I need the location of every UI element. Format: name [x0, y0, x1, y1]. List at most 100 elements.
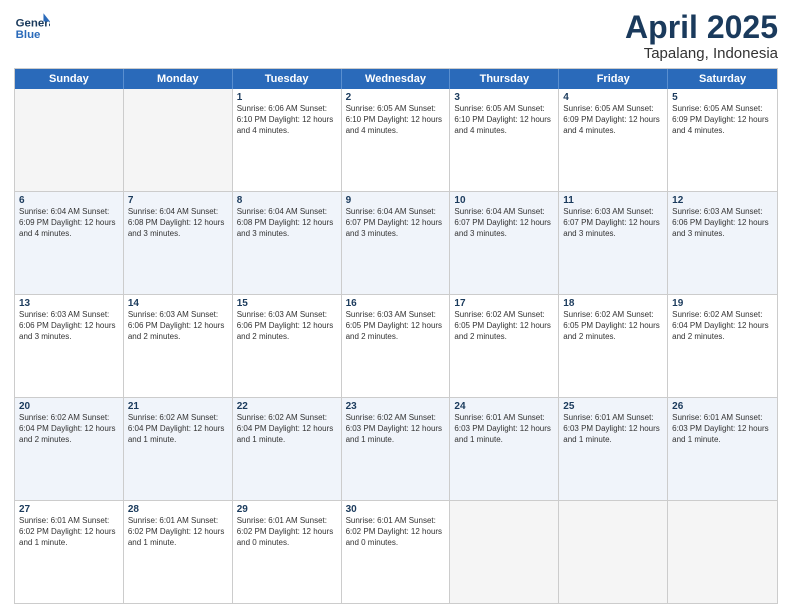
calendar-cell: 2Sunrise: 6:05 AM Sunset: 6:10 PM Daylig… [342, 89, 451, 191]
day-info: Sunrise: 6:06 AM Sunset: 6:10 PM Dayligh… [237, 104, 337, 136]
day-number: 12 [672, 195, 773, 206]
day-info: Sunrise: 6:02 AM Sunset: 6:04 PM Dayligh… [128, 413, 228, 445]
day-number: 19 [672, 298, 773, 309]
day-info: Sunrise: 6:01 AM Sunset: 6:03 PM Dayligh… [563, 413, 663, 445]
weekday-friday: Friday [559, 69, 668, 89]
calendar-cell: 30Sunrise: 6:01 AM Sunset: 6:02 PM Dayli… [342, 501, 451, 603]
calendar-cell [15, 89, 124, 191]
day-number: 16 [346, 298, 446, 309]
day-number: 15 [237, 298, 337, 309]
weekday-sunday: Sunday [15, 69, 124, 89]
day-info: Sunrise: 6:03 AM Sunset: 6:06 PM Dayligh… [19, 310, 119, 342]
day-number: 10 [454, 195, 554, 206]
location-subtitle: Tapalang, Indonesia [625, 45, 778, 62]
weekday-tuesday: Tuesday [233, 69, 342, 89]
day-number: 17 [454, 298, 554, 309]
day-info: Sunrise: 6:02 AM Sunset: 6:04 PM Dayligh… [672, 310, 773, 342]
day-info: Sunrise: 6:04 AM Sunset: 6:07 PM Dayligh… [346, 207, 446, 239]
calendar-cell: 25Sunrise: 6:01 AM Sunset: 6:03 PM Dayli… [559, 398, 668, 500]
calendar: Sunday Monday Tuesday Wednesday Thursday… [14, 68, 778, 604]
day-info: Sunrise: 6:03 AM Sunset: 6:06 PM Dayligh… [672, 207, 773, 239]
day-number: 8 [237, 195, 337, 206]
calendar-row-3: 13Sunrise: 6:03 AM Sunset: 6:06 PM Dayli… [15, 294, 777, 397]
day-number: 23 [346, 401, 446, 412]
day-number: 9 [346, 195, 446, 206]
day-number: 7 [128, 195, 228, 206]
day-info: Sunrise: 6:04 AM Sunset: 6:07 PM Dayligh… [454, 207, 554, 239]
day-info: Sunrise: 6:05 AM Sunset: 6:09 PM Dayligh… [672, 104, 773, 136]
day-number: 29 [237, 504, 337, 515]
calendar-header: Sunday Monday Tuesday Wednesday Thursday… [15, 69, 777, 89]
calendar-cell: 17Sunrise: 6:02 AM Sunset: 6:05 PM Dayli… [450, 295, 559, 397]
calendar-cell: 7Sunrise: 6:04 AM Sunset: 6:08 PM Daylig… [124, 192, 233, 294]
weekday-monday: Monday [124, 69, 233, 89]
day-number: 27 [19, 504, 119, 515]
day-info: Sunrise: 6:04 AM Sunset: 6:08 PM Dayligh… [128, 207, 228, 239]
calendar-cell: 1Sunrise: 6:06 AM Sunset: 6:10 PM Daylig… [233, 89, 342, 191]
day-number: 6 [19, 195, 119, 206]
day-number: 13 [19, 298, 119, 309]
day-info: Sunrise: 6:02 AM Sunset: 6:05 PM Dayligh… [454, 310, 554, 342]
day-number: 18 [563, 298, 663, 309]
day-info: Sunrise: 6:01 AM Sunset: 6:02 PM Dayligh… [19, 516, 119, 548]
calendar-cell: 15Sunrise: 6:03 AM Sunset: 6:06 PM Dayli… [233, 295, 342, 397]
calendar-row-2: 6Sunrise: 6:04 AM Sunset: 6:09 PM Daylig… [15, 191, 777, 294]
day-info: Sunrise: 6:01 AM Sunset: 6:03 PM Dayligh… [672, 413, 773, 445]
day-number: 4 [563, 92, 663, 103]
calendar-cell: 20Sunrise: 6:02 AM Sunset: 6:04 PM Dayli… [15, 398, 124, 500]
day-number: 14 [128, 298, 228, 309]
calendar-cell: 28Sunrise: 6:01 AM Sunset: 6:02 PM Dayli… [124, 501, 233, 603]
calendar-cell: 3Sunrise: 6:05 AM Sunset: 6:10 PM Daylig… [450, 89, 559, 191]
day-info: Sunrise: 6:03 AM Sunset: 6:05 PM Dayligh… [346, 310, 446, 342]
logo: General Blue [14, 10, 50, 46]
calendar-row-1: 1Sunrise: 6:06 AM Sunset: 6:10 PM Daylig… [15, 89, 777, 191]
calendar-body: 1Sunrise: 6:06 AM Sunset: 6:10 PM Daylig… [15, 89, 777, 603]
calendar-cell: 8Sunrise: 6:04 AM Sunset: 6:08 PM Daylig… [233, 192, 342, 294]
calendar-cell: 19Sunrise: 6:02 AM Sunset: 6:04 PM Dayli… [668, 295, 777, 397]
calendar-cell: 14Sunrise: 6:03 AM Sunset: 6:06 PM Dayli… [124, 295, 233, 397]
day-number: 11 [563, 195, 663, 206]
day-info: Sunrise: 6:01 AM Sunset: 6:02 PM Dayligh… [237, 516, 337, 548]
calendar-cell: 9Sunrise: 6:04 AM Sunset: 6:07 PM Daylig… [342, 192, 451, 294]
header: General Blue April 2025 Tapalang, Indone… [14, 10, 778, 62]
day-number: 2 [346, 92, 446, 103]
day-info: Sunrise: 6:02 AM Sunset: 6:04 PM Dayligh… [237, 413, 337, 445]
calendar-cell: 18Sunrise: 6:02 AM Sunset: 6:05 PM Dayli… [559, 295, 668, 397]
day-number: 3 [454, 92, 554, 103]
day-number: 26 [672, 401, 773, 412]
weekday-thursday: Thursday [450, 69, 559, 89]
title-block: April 2025 Tapalang, Indonesia [625, 10, 778, 62]
day-info: Sunrise: 6:01 AM Sunset: 6:02 PM Dayligh… [346, 516, 446, 548]
calendar-cell: 26Sunrise: 6:01 AM Sunset: 6:03 PM Dayli… [668, 398, 777, 500]
calendar-cell: 4Sunrise: 6:05 AM Sunset: 6:09 PM Daylig… [559, 89, 668, 191]
day-number: 25 [563, 401, 663, 412]
day-info: Sunrise: 6:04 AM Sunset: 6:09 PM Dayligh… [19, 207, 119, 239]
day-number: 5 [672, 92, 773, 103]
calendar-cell: 6Sunrise: 6:04 AM Sunset: 6:09 PM Daylig… [15, 192, 124, 294]
day-info: Sunrise: 6:01 AM Sunset: 6:03 PM Dayligh… [454, 413, 554, 445]
day-number: 1 [237, 92, 337, 103]
calendar-cell [559, 501, 668, 603]
calendar-cell: 13Sunrise: 6:03 AM Sunset: 6:06 PM Dayli… [15, 295, 124, 397]
day-number: 28 [128, 504, 228, 515]
day-info: Sunrise: 6:04 AM Sunset: 6:08 PM Dayligh… [237, 207, 337, 239]
day-number: 20 [19, 401, 119, 412]
calendar-cell: 22Sunrise: 6:02 AM Sunset: 6:04 PM Dayli… [233, 398, 342, 500]
calendar-cell: 12Sunrise: 6:03 AM Sunset: 6:06 PM Dayli… [668, 192, 777, 294]
weekday-saturday: Saturday [668, 69, 777, 89]
calendar-cell: 27Sunrise: 6:01 AM Sunset: 6:02 PM Dayli… [15, 501, 124, 603]
calendar-cell: 16Sunrise: 6:03 AM Sunset: 6:05 PM Dayli… [342, 295, 451, 397]
day-info: Sunrise: 6:02 AM Sunset: 6:05 PM Dayligh… [563, 310, 663, 342]
day-number: 22 [237, 401, 337, 412]
day-info: Sunrise: 6:05 AM Sunset: 6:10 PM Dayligh… [454, 104, 554, 136]
day-info: Sunrise: 6:02 AM Sunset: 6:03 PM Dayligh… [346, 413, 446, 445]
calendar-cell: 21Sunrise: 6:02 AM Sunset: 6:04 PM Dayli… [124, 398, 233, 500]
calendar-cell: 5Sunrise: 6:05 AM Sunset: 6:09 PM Daylig… [668, 89, 777, 191]
calendar-cell [450, 501, 559, 603]
calendar-cell [668, 501, 777, 603]
calendar-cell: 11Sunrise: 6:03 AM Sunset: 6:07 PM Dayli… [559, 192, 668, 294]
day-number: 24 [454, 401, 554, 412]
svg-text:Blue: Blue [16, 29, 41, 41]
logo-icon: General Blue [14, 10, 50, 46]
calendar-cell: 23Sunrise: 6:02 AM Sunset: 6:03 PM Dayli… [342, 398, 451, 500]
